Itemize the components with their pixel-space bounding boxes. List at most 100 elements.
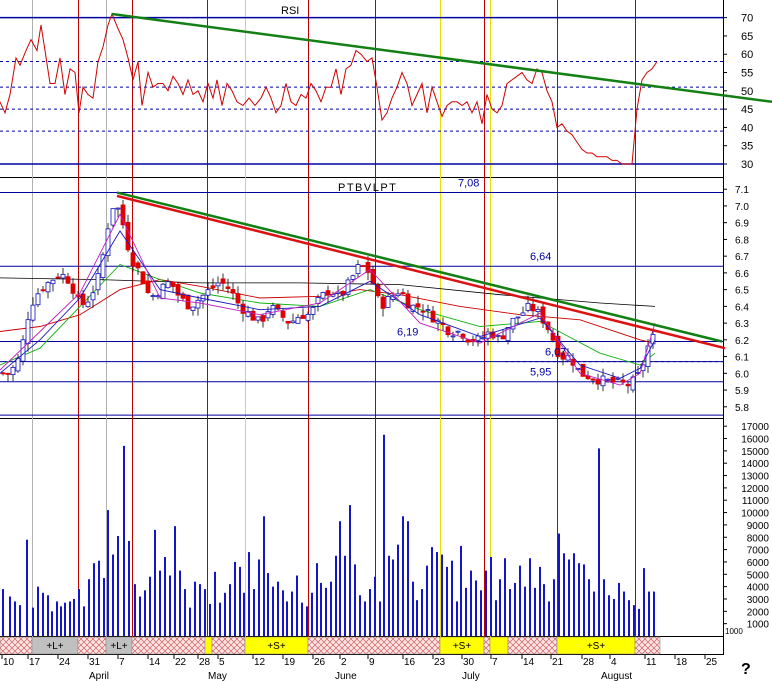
x-day-label: 7: [492, 657, 498, 668]
candle-up: [215, 282, 221, 287]
x-day-label: 28: [199, 657, 211, 668]
stock-chart: 303540455055606570 RSI 7.17.06.96.86.76.…: [0, 0, 772, 681]
x-day-label: 2: [341, 657, 347, 668]
strip-label: +S+: [267, 641, 286, 652]
help-icon[interactable]: ?: [741, 661, 751, 678]
price-tick-label: 6.7: [735, 252, 749, 263]
volume-tick-label: 2000: [747, 607, 770, 618]
candle-up: [45, 282, 51, 293]
strip-segment: [204, 636, 213, 655]
volume-tick-label: 11000: [742, 496, 770, 507]
candle-down: [235, 293, 241, 304]
candle-down: [5, 372, 11, 375]
candle-down: [300, 315, 306, 319]
candle-up: [310, 306, 316, 315]
candle-down: [620, 379, 626, 383]
price-level-label: 6,64: [530, 251, 551, 263]
strip-segment: [507, 636, 558, 655]
candle-up: [295, 316, 301, 324]
price-tick-label: 6.5: [735, 286, 749, 297]
strip-segment: [211, 636, 246, 655]
strip-segment: [307, 636, 441, 655]
x-day-label: 9: [369, 657, 375, 668]
candle-down: [595, 379, 601, 385]
candle-down: [230, 289, 236, 294]
rsi-tick-label: 60: [741, 49, 753, 61]
candle-down: [125, 221, 131, 251]
price-tick-label: 6.2: [735, 336, 749, 347]
candle-up: [480, 337, 486, 340]
volume-tick-label: 10000: [741, 509, 769, 520]
candle-up: [165, 281, 171, 289]
x-day-label: 14: [523, 657, 535, 668]
volume-tick-label: 16000: [741, 435, 769, 446]
x-day-label: 21: [552, 657, 564, 668]
price-level-label: 5,95: [530, 367, 551, 379]
candle-up: [85, 301, 91, 308]
candle-up: [60, 273, 66, 279]
candle-up: [255, 316, 261, 321]
rsi-tick-label: 45: [741, 104, 753, 116]
candle-up: [190, 306, 196, 311]
candle-down: [120, 204, 126, 226]
candle-up: [195, 299, 201, 309]
candle-down: [445, 326, 451, 336]
x-day-label: 31: [89, 657, 101, 668]
price-tick-label: 6.0: [735, 369, 749, 380]
candle-down: [400, 292, 406, 295]
volume-tick-label: 12000: [741, 484, 769, 495]
candle-down: [625, 383, 631, 387]
candle-up: [100, 254, 106, 279]
volume-tick-label: 6000: [747, 558, 770, 569]
x-day-label: 4: [611, 657, 617, 668]
x-month-label: July: [462, 671, 480, 681]
strip-label: +L+: [110, 641, 127, 652]
volume-tick-label: 15000: [741, 447, 769, 458]
price-tick-label: 5.9: [735, 386, 749, 397]
candle-down: [250, 310, 256, 321]
strip-segment: [483, 636, 491, 655]
candle-down: [360, 265, 366, 267]
price-tick-label: 7.0: [735, 202, 749, 213]
candle-up: [95, 273, 101, 291]
candle-up: [495, 334, 501, 337]
candle-up: [270, 305, 276, 315]
rsi-tick-label: 70: [741, 13, 753, 25]
candle-down: [420, 310, 426, 313]
volume-tick-label: 13000: [741, 472, 769, 483]
volume-tick-label: 4000: [747, 583, 770, 594]
strip-segment: [77, 636, 107, 655]
candle-up: [150, 295, 156, 297]
candle-up: [515, 316, 521, 319]
candle-down: [380, 296, 386, 309]
strip-label: +S+: [453, 641, 472, 652]
volume-tick-label: 14000: [741, 459, 769, 470]
candle-up: [535, 308, 541, 312]
x-day-label: 12: [254, 657, 266, 668]
candle-up: [455, 330, 461, 333]
volume-tick-label: 7000: [747, 546, 770, 557]
candle-up: [110, 208, 116, 226]
price-tick-label: 6.3: [735, 319, 749, 330]
price-tick-label: 6.6: [735, 269, 749, 280]
candle-up: [425, 309, 431, 311]
x-day-label: 11: [646, 657, 657, 668]
x-month-label: August: [601, 671, 632, 681]
volume-tick-label: 8000: [747, 533, 770, 544]
strip-label: +S+: [587, 641, 606, 652]
strip-segment: [131, 636, 206, 655]
candle-up: [450, 335, 456, 338]
candle-up: [605, 378, 611, 381]
candle-up: [350, 275, 356, 280]
strip-right-label: 1000: [725, 627, 743, 636]
price-tick-label: 6.1: [735, 353, 749, 364]
candle-up: [50, 279, 56, 285]
x-day-label: 26: [314, 657, 326, 668]
x-day-label: 28: [583, 657, 595, 668]
candle-up: [385, 296, 391, 308]
price-tick-label: 6.4: [735, 302, 749, 313]
x-day-label: 14: [149, 657, 161, 668]
candle-up: [520, 312, 526, 316]
strip-segment: [0, 636, 33, 655]
signal-strip: +L+ +L+ +S+ +S+ +S+: [0, 636, 661, 655]
